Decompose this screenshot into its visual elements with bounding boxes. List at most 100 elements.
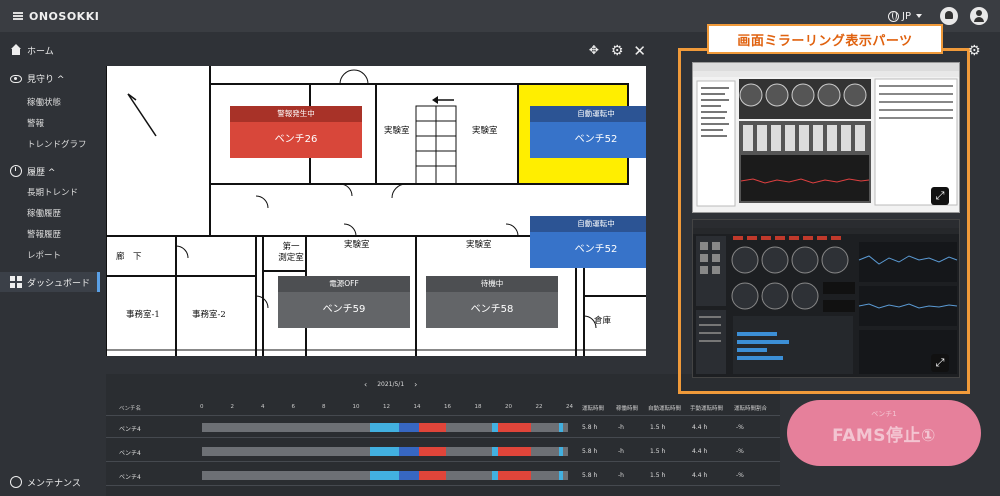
- timeline-segment: [385, 423, 399, 432]
- mirror-screen-1[interactable]: ⤢: [692, 62, 960, 213]
- sidebar-item-operation-history[interactable]: 稼働履歴: [27, 207, 61, 219]
- sidebar-item-status[interactable]: 稼働状態: [27, 96, 61, 108]
- current-date: 2021/5/1: [377, 381, 405, 388]
- timeline-row-name: ベンチ4: [119, 474, 141, 481]
- sidebar-item-label: ホーム: [27, 46, 54, 57]
- sidebar-item-dashboard[interactable]: ダッシュボード: [0, 272, 100, 292]
- timeline-segment: [369, 447, 385, 456]
- bench-card[interactable]: 待機中 ベンチ58: [426, 276, 558, 328]
- gear-icon[interactable]: ⚙: [611, 44, 624, 58]
- room-label-warehouse: 倉庫: [594, 316, 612, 326]
- column-header-manual: 手動運転時間: [690, 406, 724, 412]
- mirror-screen-2-content: [693, 220, 959, 374]
- panel-toolbar: ⚙ ✕: [589, 43, 646, 59]
- timeline-value-manual: 4.4 h: [692, 424, 708, 431]
- sidebar-item-alarm-history[interactable]: 警報履歴: [27, 228, 61, 240]
- chevron-down-icon: [916, 14, 922, 18]
- sidebar-item-label: メンテナンス: [27, 478, 81, 489]
- timeline-segment: [354, 447, 370, 456]
- fams-stop-button[interactable]: ベンチ1 FAMS停止①: [787, 400, 981, 466]
- sidebar-item-report[interactable]: レポート: [27, 249, 61, 261]
- timeline-row-name: ベンチ4: [119, 426, 141, 433]
- sidebar-group-monitor[interactable]: 見守り ^: [0, 68, 100, 88]
- timeline-segment: [369, 471, 385, 480]
- sidebar-item-trend-graph[interactable]: トレンドグラフ: [27, 138, 87, 150]
- hour-tick-label: 24: [566, 404, 573, 410]
- sidebar-item-long-trend[interactable]: 長期トレンド: [27, 186, 78, 198]
- timeline-value-auto: 1.5 h: [650, 472, 666, 479]
- hour-tick-label: 18: [474, 404, 482, 410]
- divider: [106, 415, 780, 416]
- timeline-segment: [398, 423, 419, 432]
- hour-tick-label: 12: [383, 404, 390, 410]
- timeline-value-run: 5.8 h: [582, 472, 598, 479]
- bench-card[interactable]: 自動運転中 ベンチ52: [530, 216, 646, 268]
- timeline-segment: [558, 471, 564, 480]
- bench-card[interactable]: 警報発生中 ベンチ26: [230, 106, 362, 158]
- bench-status: 自動運転中: [530, 216, 646, 232]
- gear-icon[interactable]: ⚙: [968, 44, 981, 58]
- prev-date-button[interactable]: ‹: [364, 380, 367, 389]
- close-icon[interactable]: ✕: [633, 44, 646, 59]
- hour-tick-label: 16: [444, 404, 451, 410]
- expand-icon[interactable]: ⤢: [931, 354, 949, 372]
- language-selector[interactable]: JP: [888, 10, 922, 22]
- expand-icon[interactable]: ⤢: [931, 187, 949, 205]
- sidebar-item-alarm[interactable]: 警報: [27, 117, 44, 129]
- timeline-value-rate: -%: [736, 448, 744, 455]
- sidebar-item-maintenance[interactable]: メンテナンス: [0, 472, 100, 492]
- bench-status: 待機中: [426, 276, 558, 292]
- sidebar-item-label: ダッシュボード: [27, 278, 91, 289]
- hour-tick-label: 14: [413, 404, 421, 410]
- timeline-bar[interactable]: [202, 423, 568, 432]
- timeline-segment: [531, 471, 559, 480]
- brand-logo: ONOSOKKI: [29, 9, 100, 23]
- timeline-segment: [385, 447, 399, 456]
- timeline-bar[interactable]: [202, 471, 568, 480]
- timeline-segment: [418, 423, 446, 432]
- bench-name: ベンチ59: [278, 292, 410, 328]
- timeline-segment: [385, 471, 399, 480]
- mirror-panel-title: 画面ミラーリング表示パーツ: [707, 24, 943, 54]
- sidebar-group-history[interactable]: 履歴 ^: [0, 161, 100, 181]
- hour-tick-label: 4: [261, 404, 265, 410]
- next-date-button[interactable]: ›: [414, 380, 417, 389]
- room-label-lab: 実験室: [384, 126, 410, 136]
- hour-tick-label: 6: [291, 404, 296, 410]
- timeline-value-operate: -h: [618, 424, 624, 431]
- sidebar-group-label: 履歴 ^: [27, 167, 56, 178]
- home-icon: [10, 44, 22, 56]
- column-header-auto: 自動運転時間: [648, 406, 682, 412]
- menu-icon[interactable]: [13, 12, 23, 20]
- timeline-segment: [369, 423, 385, 432]
- timeline-value-rate: -%: [736, 472, 744, 479]
- timeline-segment: [398, 471, 419, 480]
- user-avatar-icon[interactable]: [970, 7, 988, 25]
- bench-status: 警報発生中: [230, 106, 362, 122]
- room-label-lab: 実験室: [472, 126, 498, 136]
- notification-bell-icon[interactable]: [940, 7, 958, 25]
- timeline-value-run: 5.8 h: [582, 448, 598, 455]
- sidebar: ホーム 見守り ^ 稼働状態 警報 トレンドグラフ 履歴 ^ 長期トレンド 稼働…: [0, 32, 100, 496]
- room-label-measurement: 第一 測定室: [278, 242, 304, 263]
- sidebar-item-home[interactable]: ホーム: [0, 40, 100, 60]
- timeline-segment: [354, 471, 370, 480]
- bench-card[interactable]: 電源OFF ベンチ59: [278, 276, 410, 328]
- timeline-segment: [497, 423, 532, 432]
- timeline-bar[interactable]: [202, 447, 568, 456]
- mirror-screen-2[interactable]: ⤢: [692, 219, 960, 378]
- room-label-lab: 実験室: [344, 240, 370, 250]
- room-label-lab: 実験室: [466, 240, 492, 250]
- column-header-bench: ベンチ名: [119, 406, 142, 412]
- divider: [106, 437, 780, 438]
- move-icon[interactable]: [589, 43, 601, 57]
- bench-card[interactable]: 自動運転中 ベンチ52: [530, 106, 646, 158]
- dashboard-grid-icon: [10, 276, 22, 288]
- globe-icon: [888, 10, 900, 22]
- timeline-value-rate: -%: [736, 424, 744, 431]
- timeline-value-auto: 1.5 h: [650, 424, 666, 431]
- timeline-segment: [354, 423, 370, 432]
- bench-name: ベンチ52: [530, 122, 646, 158]
- hour-tick-label: 20: [505, 404, 512, 410]
- date-navigator: ‹ 2021/5/1 ›: [364, 380, 417, 389]
